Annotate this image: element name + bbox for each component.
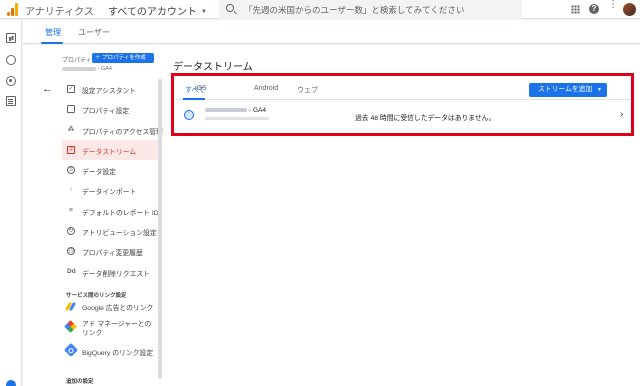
add-stream-label: ストリームを追加 (538, 86, 593, 93)
menu-scrollbar[interactable] (158, 79, 162, 379)
admin-tabs: 管理 ユーザー (23, 20, 640, 44)
menu-item-label: デフォルトのレポート ID (82, 209, 159, 217)
add-stream-button[interactable]: ストリームを追加 ▼ (529, 83, 607, 97)
property-name-suffix: - GA4 (97, 66, 112, 72)
tab-web[interactable]: ウェブ (297, 85, 318, 95)
reports-icon[interactable] (6, 33, 16, 43)
links-section-title: サービス間のリンク設定 (66, 293, 127, 299)
avatar[interactable] (623, 3, 636, 16)
tab-admin[interactable]: 管理 (45, 27, 61, 38)
app-title: アナリティクス (25, 7, 94, 18)
history-icon: ◷ (67, 247, 75, 256)
menu-item-data-deletion[interactable]: Dd データ削除リクエスト (62, 262, 158, 282)
account-selector[interactable]: すべてのアカウント ▼ (108, 3, 207, 18)
back-arrow-icon[interactable]: ← (42, 83, 53, 95)
page-title: データストリーム (173, 62, 253, 73)
configure-icon[interactable] (6, 96, 16, 106)
menu-item-default-report-id[interactable]: ≡ デフォルトのレポート ID (62, 201, 159, 221)
streams-icon: ≡ (67, 145, 75, 154)
redacted-url (205, 117, 269, 120)
property-label: プロパティ (62, 58, 92, 64)
advertising-icon[interactable] (6, 76, 16, 86)
menu-item-data-import[interactable]: ↑ データインポート (62, 180, 158, 200)
menu-item-label: プロパティのアクセス管理 (82, 128, 163, 136)
stream-tabs: すべて iOS Android ウェブ ストリームを追加 ▼ (176, 78, 630, 100)
report-id-icon: ≡ (69, 206, 73, 214)
admin-gear-icon[interactable] (6, 380, 16, 386)
property-icon (67, 105, 75, 114)
redacted-text (62, 66, 96, 71)
stream-status: 過去 48 時間に受信したデータはありません。 (355, 115, 496, 122)
stream-name: - GA4 (205, 107, 266, 114)
google-ads-icon (66, 302, 75, 311)
left-nav-rail (0, 20, 22, 386)
extra-section-title: 追加の設定 (66, 379, 94, 385)
account-name: すべてのアカウント (108, 7, 197, 18)
apps-grid-icon[interactable] (571, 5, 580, 14)
link-label: アド マネージャーとのリンク (82, 321, 152, 337)
link-label: BigQuery のリンク設定 (82, 350, 154, 357)
menu-item-label: データ設定 (82, 169, 116, 177)
search-bar[interactable]: 「先週の米国からのユーザー数」と検索してみてください (219, 0, 522, 19)
checkbox-icon: ✓ (67, 85, 75, 93)
link-label: Google 広告とのリンク (82, 305, 154, 312)
dd-icon: Dd (67, 267, 76, 275)
tab-indicator (41, 42, 63, 44)
data-streams-card: すべて iOS Android ウェブ ストリームを追加 ▼ - GA4 過去 … (176, 78, 630, 132)
menu-item-label: 設定アシスタント (82, 88, 137, 95)
people-icon: ⁂ (67, 125, 75, 133)
upload-icon: ↑ (69, 186, 73, 194)
analytics-logo-icon[interactable] (7, 3, 19, 16)
top-bar: アナリティクス すべてのアカウント ▼ 「先週の米国からのユーザー数」と検索してみ… (0, 0, 640, 19)
stream-row[interactable]: - GA4 過去 48 時間に受信したデータはありません。 › (176, 101, 630, 132)
caret-down-icon: ▼ (200, 9, 207, 16)
menu-item-attribution-settings[interactable]: ↻ アトリビューション設定 (62, 221, 158, 241)
search-placeholder: 「先週の米国からのユーザー数」と検索してみてください (244, 5, 465, 15)
tab-android[interactable]: Android (254, 85, 278, 92)
menu-item-data-streams[interactable]: ≡ データストリーム (62, 139, 158, 161)
menu-item-label: データストリーム (82, 148, 137, 156)
search-icon (226, 4, 234, 12)
more-vert-icon[interactable]: ⋮ (608, 0, 618, 10)
menu-item-label: データ削除リクエスト (82, 270, 150, 278)
stream-name-suffix: - GA4 (249, 107, 266, 114)
tab-user[interactable]: ユーザー (78, 27, 110, 38)
menu-item-label: データインポート (82, 189, 137, 197)
create-property-button[interactable]: ＋ プロパティを作成 (92, 53, 154, 63)
menu-item-access-management[interactable]: ⁂ プロパティのアクセス管理 (62, 120, 163, 140)
menu-item-change-history[interactable]: ◷ プロパティ変更履歴 (62, 241, 158, 261)
database-icon: ≡ (67, 166, 75, 175)
help-icon[interactable]: ? (589, 4, 599, 14)
property-name[interactable]: - GA4 (62, 66, 112, 72)
menu-item-data-settings[interactable]: ≡ データ設定 (62, 160, 158, 180)
menu-item-setup-assistant[interactable]: ✓ 設定アシスタント (62, 79, 158, 99)
menu-item-property-settings[interactable]: プロパティ設定 (62, 99, 158, 119)
property-menu: ✓ 設定アシスタント プロパティ設定 ⁂ プロパティのアクセス管理 ≡ データス… (62, 79, 163, 282)
explore-icon[interactable] (6, 55, 16, 65)
caret-down-icon: ▼ (597, 87, 602, 93)
tab-indicator (183, 98, 205, 100)
menu-item-label: プロパティ設定 (82, 108, 130, 116)
attribution-icon: ↻ (67, 227, 75, 236)
redacted-text (205, 108, 247, 113)
tab-ios-label: iOS (195, 85, 207, 92)
web-globe-icon (184, 110, 194, 120)
chevron-right-icon: › (620, 109, 624, 120)
property-header: プロパティ ＋ プロパティを作成 - GA4 (62, 51, 158, 77)
menu-item-label: プロパティ変更履歴 (82, 250, 143, 258)
menu-item-label: アトリビューション設定 (82, 230, 157, 238)
